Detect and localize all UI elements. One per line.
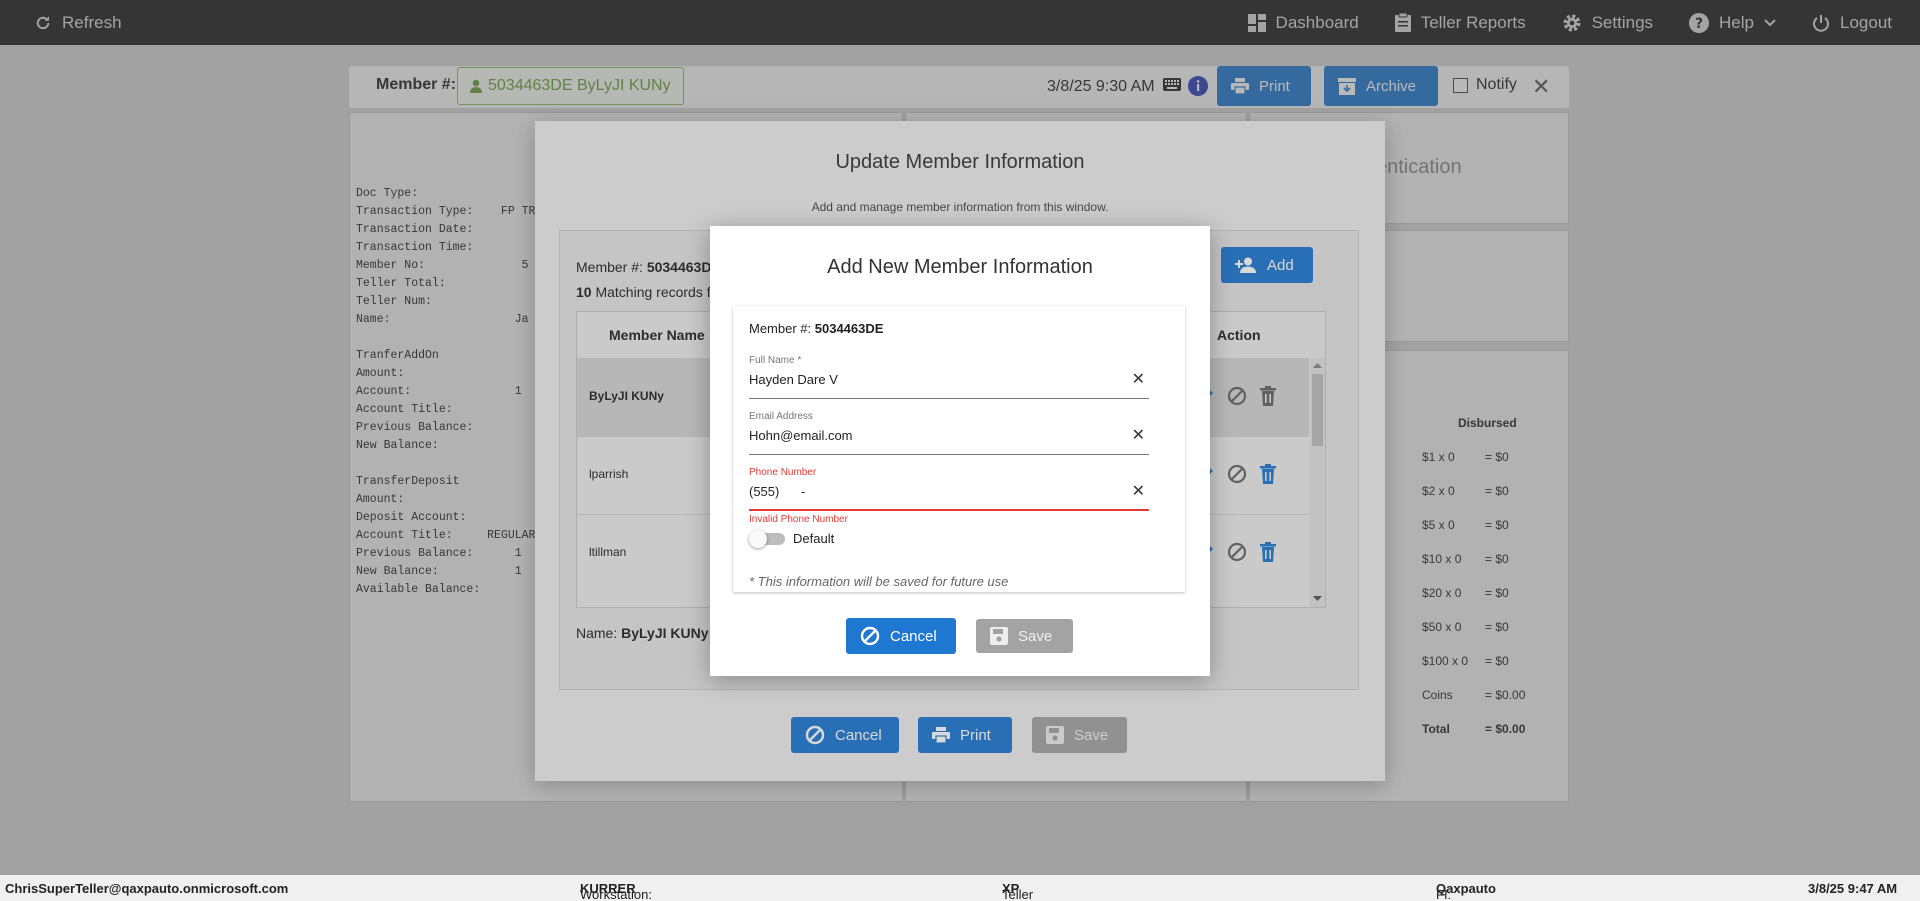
toggle-switch[interactable]: [749, 530, 785, 548]
status-fi: FI: Qaxpauto: [1436, 881, 1496, 901]
add-cancel-label: Cancel: [890, 627, 937, 645]
platform-label: Teller Platform:: [1002, 887, 1034, 901]
default-toggle[interactable]: Default: [749, 530, 835, 548]
email-input[interactable]: [749, 428, 1119, 443]
phone-label: Phone Number: [749, 467, 817, 478]
full-name-label: Full Name *: [749, 355, 802, 366]
form-member-label: Member #:: [749, 321, 812, 336]
floppy-icon: [990, 627, 1008, 645]
add-member-dialog: Add New Member Information Member #: 503…: [710, 226, 1210, 676]
full-name-input[interactable]: [749, 372, 1119, 387]
save-note: * This information will be saved for fut…: [749, 574, 1009, 589]
toggle-knob: [749, 530, 767, 548]
phone-error: Invalid Phone Number: [749, 514, 848, 525]
status-datetime: 3/8/25 9:47 AM: [1808, 881, 1898, 896]
clear-icon[interactable]: ✕: [1132, 425, 1145, 445]
clear-icon[interactable]: ✕: [1132, 481, 1145, 501]
clear-icon[interactable]: ✕: [1132, 369, 1145, 389]
email-label: Email Address: [749, 411, 813, 422]
add-save-button[interactable]: Save: [976, 619, 1073, 653]
status-workstation: Workstation: KURRER: [580, 881, 652, 901]
full-name-field: Full Name * ✕: [749, 355, 1149, 399]
add-cancel-button[interactable]: Cancel: [846, 618, 956, 654]
form-member-number: Member #: 5034463DE: [749, 321, 883, 336]
fi-label: FI:: [1436, 887, 1452, 901]
ban-icon: [860, 626, 880, 646]
phone-input[interactable]: [749, 484, 1119, 499]
status-user: ChrisSuperTeller@qaxpauto.onmicrosoft.co…: [5, 881, 289, 896]
email-field: Email Address ✕: [749, 411, 1149, 455]
status-bar: ChrisSuperTeller@qaxpauto.onmicrosoft.co…: [0, 875, 1920, 901]
status-platform: Teller Platform: XP: [1002, 881, 1033, 901]
form-member-value: 5034463DE: [814, 321, 884, 336]
phone-field: Phone Number ✕: [749, 467, 1149, 511]
add-save-label: Save: [1018, 627, 1053, 645]
add-dialog-title: Add New Member Information: [827, 256, 1093, 278]
workstation-label: Workstation:: [580, 887, 653, 901]
member-form: Member #: 5034463DE Full Name * ✕ Email …: [733, 306, 1185, 592]
default-label: Default: [793, 530, 835, 546]
